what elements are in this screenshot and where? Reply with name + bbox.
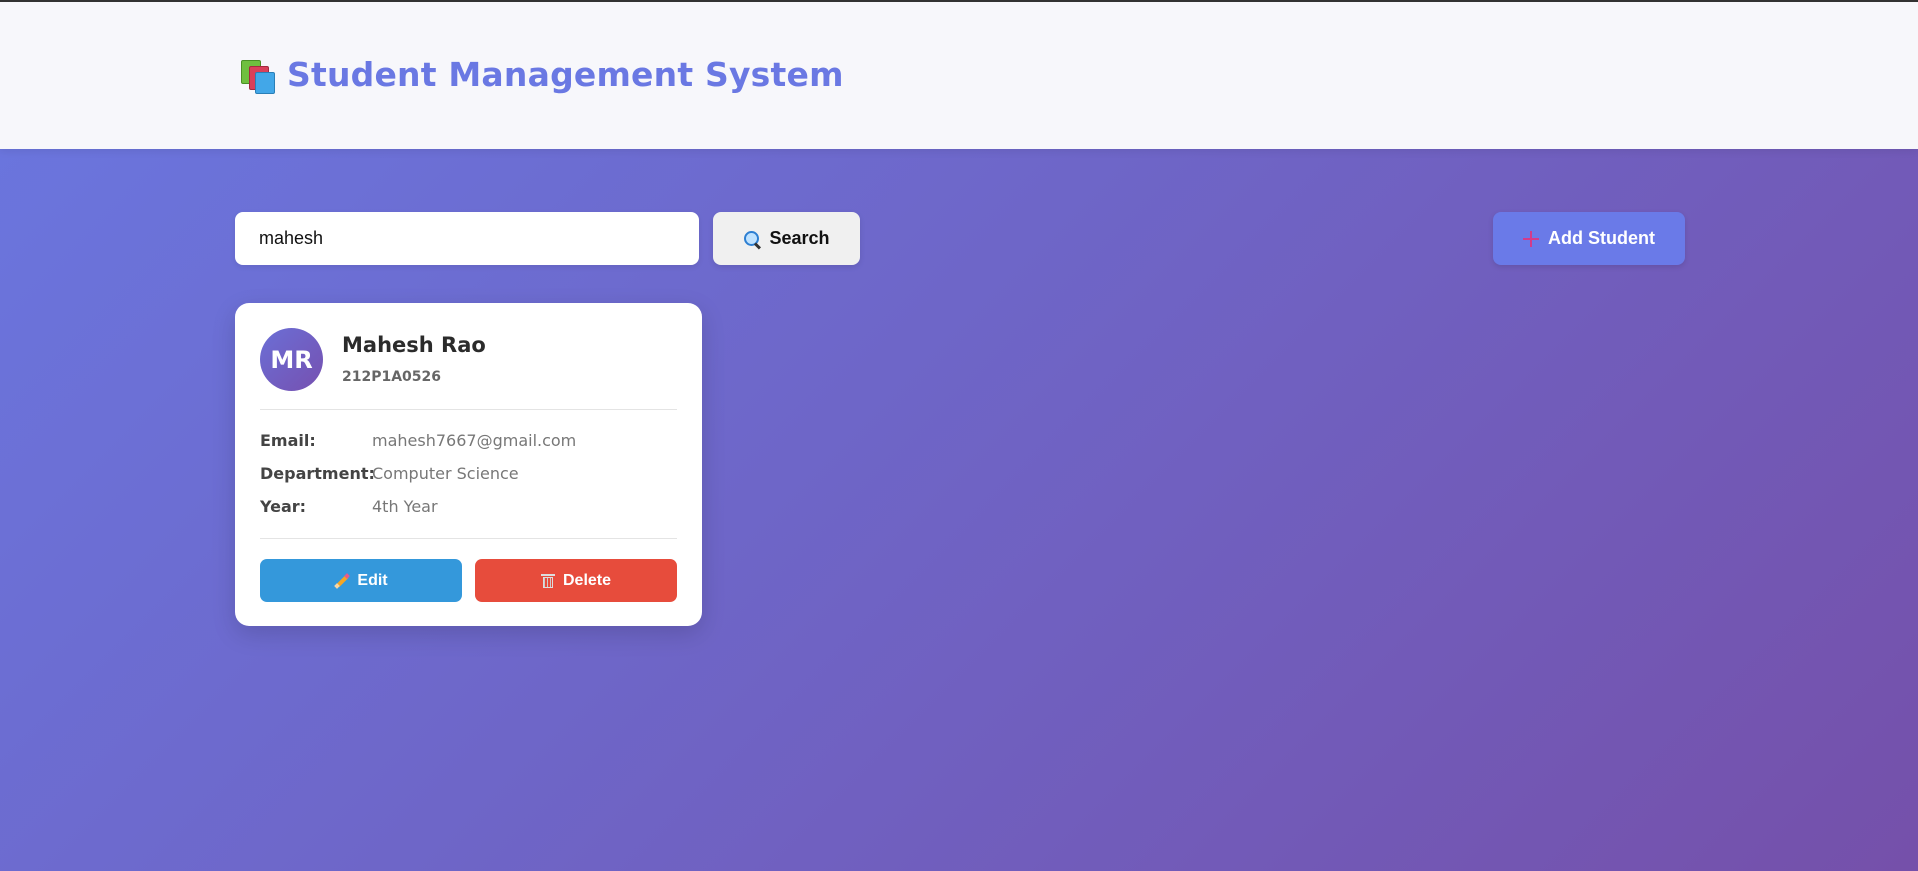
brand: Student Management System — [235, 54, 844, 94]
year-label: Year: — [260, 497, 307, 516]
search-input[interactable] — [235, 212, 699, 265]
app-title: Student Management System — [287, 54, 844, 94]
student-name: Mahesh Rao — [342, 333, 486, 357]
search-button-label: Search — [769, 228, 830, 248]
add-student-label: Add Student — [1548, 228, 1655, 248]
search-button[interactable]: Search — [713, 212, 860, 265]
pencil-icon — [334, 572, 351, 589]
card-divider — [260, 538, 677, 539]
plus-icon — [1523, 230, 1539, 247]
avatar: MR — [260, 328, 323, 391]
app-header: Student Management System — [0, 2, 1918, 149]
department-label: Department: — [260, 464, 375, 483]
student-id: 212P1A0526 — [342, 369, 442, 385]
student-card: MR Mahesh Rao 212P1A0526 Email: mahesh76… — [235, 303, 702, 626]
books-icon — [235, 54, 277, 94]
add-student-button[interactable]: Add Student — [1493, 212, 1685, 265]
email-label: Email: — [260, 431, 316, 450]
edit-button[interactable]: Edit — [260, 559, 462, 602]
year-value: 4th Year — [372, 497, 438, 516]
edit-button-label: Edit — [357, 571, 388, 589]
email-value: mahesh7667@gmail.com — [372, 431, 577, 450]
delete-button[interactable]: Delete — [475, 559, 677, 602]
department-value: Computer Science — [372, 464, 519, 483]
delete-button-label: Delete — [562, 571, 612, 589]
card-divider — [260, 409, 677, 410]
magnifier-icon — [743, 230, 762, 250]
trash-icon — [540, 573, 555, 589]
